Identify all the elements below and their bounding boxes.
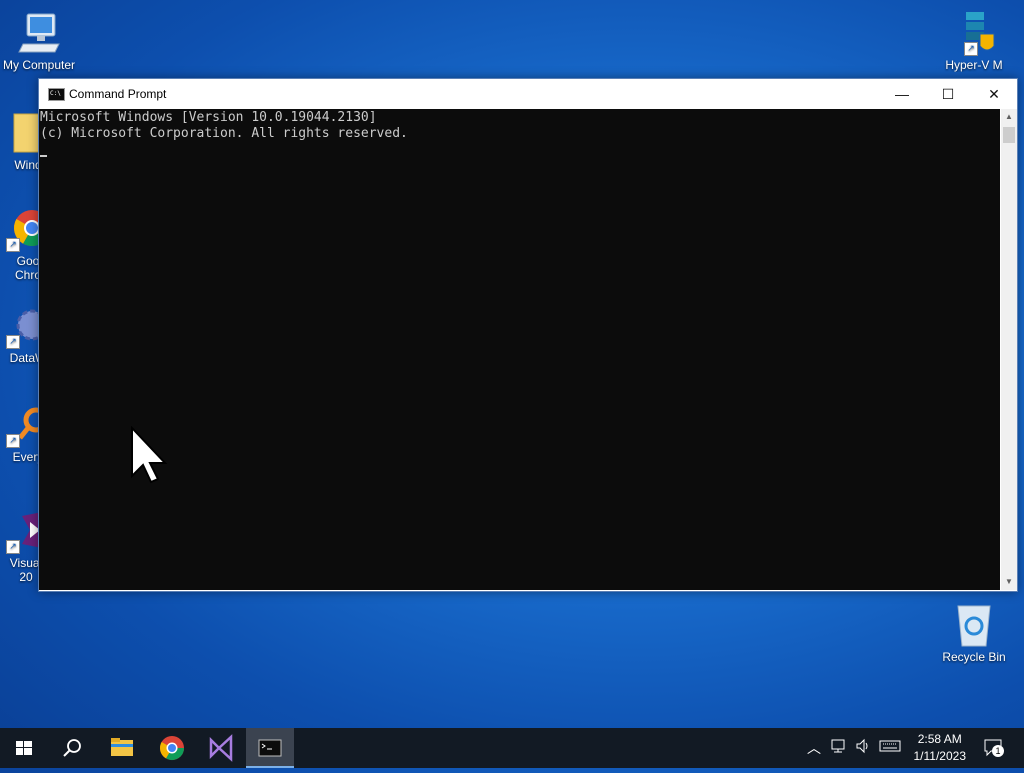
window-title: Command Prompt (69, 87, 167, 101)
taskbar-chrome[interactable] (148, 728, 196, 768)
desktop-icon-label: Recycle Bin (942, 650, 1006, 664)
system-clock[interactable]: 2:58 AM 1/11/2023 (914, 731, 967, 765)
scroll-down-button[interactable]: ▼ (1001, 574, 1017, 590)
visual-studio-icon (209, 734, 233, 762)
scroll-thumb[interactable] (1003, 127, 1015, 143)
search-button[interactable] (48, 728, 96, 768)
taskbar: ︿ 2:58 AM 1/11/2023 1 (0, 728, 1024, 768)
text-cursor (40, 155, 47, 157)
taskbar-command-prompt[interactable] (246, 728, 294, 768)
notification-center-icon[interactable]: 1 (984, 738, 1006, 761)
shortcut-arrow-icon: ↗ (6, 238, 20, 252)
shortcut-arrow-icon: ↗ (6, 335, 20, 349)
file-explorer-icon (111, 738, 133, 756)
vertical-scrollbar[interactable]: ▲ ▼ (1001, 109, 1017, 590)
show-hidden-icons-chevron-icon[interactable]: ︿ (807, 738, 821, 758)
title-bar[interactable]: C:\ Command Prompt — ☐ ✕ (39, 79, 1017, 109)
taskbar-file-explorer[interactable] (98, 728, 146, 768)
console-output[interactable]: Microsoft Windows [Version 10.0.19044.21… (39, 109, 1000, 590)
hyper-v-icon: ↗ (950, 10, 998, 56)
desktop-icon-label: Hyper-V M (945, 58, 1003, 72)
network-icon[interactable] (831, 738, 847, 757)
search-icon (63, 739, 81, 757)
taskbar-visual-studio[interactable] (197, 728, 245, 768)
minimize-button[interactable]: — (879, 79, 925, 109)
computer-icon (15, 10, 63, 56)
clock-date: 1/11/2023 (913, 749, 967, 763)
desktop-icon-my-computer[interactable]: My Computer (1, 10, 77, 72)
console-line: (c) Microsoft Corporation. All rights re… (40, 126, 408, 141)
command-prompt-icon (258, 739, 282, 757)
command-prompt-icon: C:\ (48, 88, 65, 101)
notification-count-badge: 1 (992, 745, 1004, 757)
volume-icon[interactable] (855, 738, 871, 757)
desktop-icon-hyper-v-manager[interactable]: ↗ Hyper-V M (936, 10, 1012, 72)
shortcut-arrow-icon: ↗ (964, 42, 978, 56)
mouse-pointer-icon (130, 425, 170, 491)
keyboard-icon[interactable] (879, 738, 901, 757)
chrome-icon (159, 736, 184, 761)
recycle-bin-icon (950, 602, 998, 648)
maximize-button[interactable]: ☐ (925, 79, 971, 109)
clock-time: 2:58 AM (917, 732, 962, 746)
start-button[interactable] (0, 728, 48, 768)
shortcut-arrow-icon: ↗ (6, 540, 20, 554)
shortcut-arrow-icon: ↗ (6, 434, 20, 448)
scroll-up-button[interactable]: ▲ (1001, 109, 1017, 125)
console-line: Microsoft Windows [Version 10.0.19044.21… (40, 110, 377, 125)
windows-logo-icon (16, 741, 32, 755)
command-prompt-window[interactable]: C:\ Command Prompt — ☐ ✕ Microsoft Windo… (38, 78, 1018, 592)
desktop-icon-label: My Computer (2, 58, 76, 72)
desktop-icon-recycle-bin[interactable]: Recycle Bin (936, 602, 1012, 664)
close-button[interactable]: ✕ (971, 79, 1017, 109)
